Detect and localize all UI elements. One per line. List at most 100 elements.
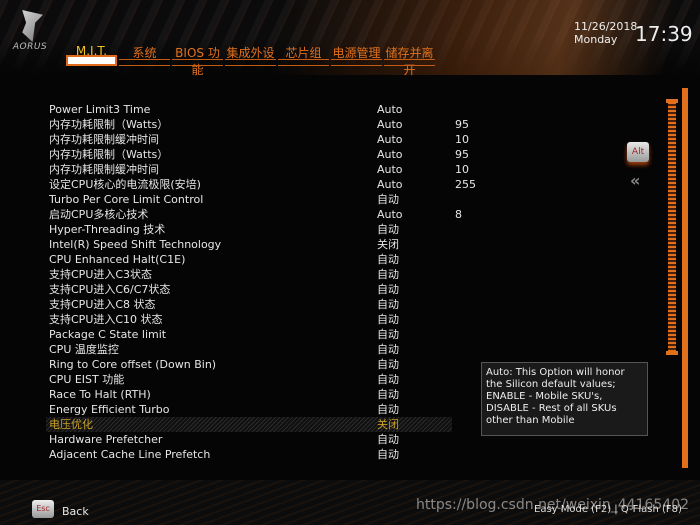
setting-label: Turbo Per Core Limit Control: [49, 193, 204, 206]
setting-row[interactable]: 内存功耗限制（Watts） Auto 95: [46, 117, 469, 132]
setting-row[interactable]: 内存功耗限制（Watts） Auto 95: [46, 147, 469, 162]
clock: 17:39: [635, 22, 693, 46]
setting-value: 自动: [377, 283, 399, 296]
setting-label: 电压优化: [49, 418, 93, 431]
setting-value: 自动: [377, 298, 399, 311]
setting-value: 自动: [377, 388, 399, 401]
setting-label: 支持CPU进入C10 状态: [49, 313, 163, 326]
setting-label: Power Limit3 Time: [49, 103, 151, 116]
back-label[interactable]: Back: [62, 505, 89, 518]
setting-value: 自动: [377, 373, 399, 386]
setting-value: 自动: [377, 433, 399, 446]
setting-value: 自动: [377, 358, 399, 371]
setting-value: Auto: [377, 163, 403, 176]
scrollbar[interactable]: [666, 99, 678, 355]
setting-value: 自动: [377, 193, 399, 206]
aorus-logo: AORUS: [8, 10, 52, 56]
setting-label: 内存功耗限制缓冲时间: [49, 133, 159, 146]
setting-number: 10: [455, 163, 469, 176]
setting-value: Auto: [377, 178, 403, 191]
setting-row[interactable]: 电压优化 关闭: [46, 417, 452, 432]
setting-value: Auto: [377, 118, 403, 131]
date-display: 11/26/2018 Monday: [574, 20, 637, 46]
setting-row[interactable]: Adjacent Cache Line Prefetch 自动: [46, 447, 452, 462]
setting-row[interactable]: Race To Halt (RTH) 自动: [46, 387, 452, 402]
tab-4[interactable]: 芯片组: [277, 44, 330, 68]
setting-value: Auto: [377, 148, 403, 161]
esc-key-button[interactable]: Esc: [32, 500, 54, 518]
setting-value: 自动: [377, 343, 399, 356]
setting-label: 支持CPU进入C6/C7状态: [49, 283, 171, 296]
setting-row[interactable]: CPU 温度监控 自动: [46, 342, 452, 357]
tab-6[interactable]: 储存并离开: [383, 44, 436, 77]
watermark: https://blog.csdn.net/weixin_44165402: [416, 497, 690, 513]
setting-number: 95: [455, 118, 469, 131]
main-tabs: M.I.T. 系统 BIOS 功能 集成外设 芯片组 电源管理 储存并离开: [65, 44, 436, 77]
setting-row[interactable]: 支持CPU进入C8 状态 自动: [46, 297, 452, 312]
help-line: Auto: This Option will honor: [486, 367, 625, 378]
setting-row[interactable]: Turbo Per Core Limit Control 自动: [46, 192, 452, 207]
setting-row[interactable]: Hardware Prefetcher 自动: [46, 432, 452, 447]
setting-value: 自动: [377, 223, 399, 236]
setting-row[interactable]: 支持CPU进入C3状态 自动: [46, 267, 452, 282]
setting-row[interactable]: Intel(R) Speed Shift Technology 关闭: [46, 237, 452, 252]
setting-number: 10: [455, 133, 469, 146]
setting-label: CPU EIST 功能: [49, 373, 125, 386]
setting-value: 自动: [377, 313, 399, 326]
setting-value: Auto: [377, 208, 403, 221]
setting-row[interactable]: 支持CPU进入C6/C7状态 自动: [46, 282, 452, 297]
setting-row[interactable]: 支持CPU进入C10 状态 自动: [46, 312, 452, 327]
setting-value: 自动: [377, 253, 399, 266]
setting-label: 支持CPU进入C8 状态: [49, 298, 156, 311]
setting-value: 自动: [377, 328, 399, 341]
setting-label: 启动CPU多核心技术: [49, 208, 149, 221]
setting-label: 支持CPU进入C3状态: [49, 268, 153, 281]
setting-row[interactable]: CPU Enhanced Halt(C1E) 自动: [46, 252, 452, 267]
setting-label: Energy Efficient Turbo: [49, 403, 170, 416]
setting-row[interactable]: Package C State limit 自动: [46, 327, 452, 342]
help-line: ENABLE - Mobile SKU's,: [486, 391, 603, 402]
setting-label: Race To Halt (RTH): [49, 388, 151, 401]
tab-2[interactable]: BIOS 功能: [171, 44, 224, 77]
setting-label: CPU Enhanced Halt(C1E): [49, 253, 186, 266]
setting-row[interactable]: 启动CPU多核心技术 Auto 8: [46, 207, 462, 222]
tab-0[interactable]: M.I.T.: [65, 44, 118, 68]
setting-number: 255: [455, 178, 476, 191]
setting-label: Hardware Prefetcher: [49, 433, 163, 446]
setting-value: Auto: [377, 103, 403, 116]
setting-label: Adjacent Cache Line Prefetch: [49, 448, 211, 461]
setting-row[interactable]: 设定CPU核心的电流极限(安培) Auto 255: [46, 177, 476, 192]
setting-label: CPU 温度监控: [49, 343, 119, 356]
help-line: other than Mobile: [486, 415, 575, 426]
date: 11/26/2018: [574, 20, 638, 33]
tab-1[interactable]: 系统: [118, 44, 171, 68]
weekday: Monday: [574, 33, 618, 46]
setting-label: Package C State limit: [49, 328, 167, 341]
setting-label: Hyper-Threading 技术: [49, 223, 166, 236]
setting-row[interactable]: Ring to Core offset (Down Bin) 自动: [46, 357, 452, 372]
tab-3[interactable]: 集成外设: [224, 44, 277, 68]
setting-row[interactable]: 内存功耗限制缓冲时间 Auto 10: [46, 132, 469, 147]
side-panel-rail[interactable]: [682, 88, 688, 468]
setting-value: 关闭: [377, 238, 399, 251]
setting-value: 自动: [377, 268, 399, 281]
double-chevron-left-icon[interactable]: «: [630, 171, 640, 190]
setting-row[interactable]: Power Limit3 Time Auto: [46, 102, 452, 117]
setting-number: 95: [455, 148, 469, 161]
setting-value: Auto: [377, 133, 403, 146]
setting-value: 自动: [377, 403, 399, 416]
tab-5[interactable]: 电源管理: [330, 44, 383, 68]
setting-value: 自动: [377, 448, 399, 461]
setting-label: 内存功耗限制（Watts）: [49, 118, 169, 131]
setting-row[interactable]: 内存功耗限制缓冲时间 Auto 10: [46, 162, 469, 177]
setting-row[interactable]: CPU EIST 功能 自动: [46, 372, 452, 387]
help-line: the Silicon default values;: [486, 379, 616, 390]
setting-row[interactable]: Energy Efficient Turbo 自动: [46, 402, 452, 417]
setting-row[interactable]: Hyper-Threading 技术 自动: [46, 222, 452, 237]
setting-label: 内存功耗限制缓冲时间: [49, 163, 159, 176]
setting-label: 内存功耗限制（Watts）: [49, 148, 169, 161]
alt-key-button[interactable]: Alt: [627, 142, 649, 162]
setting-label: 设定CPU核心的电流极限(安培): [49, 178, 201, 191]
help-tooltip: Auto: This Option will honor the Silicon …: [481, 362, 648, 436]
setting-value: 关闭: [377, 418, 399, 431]
